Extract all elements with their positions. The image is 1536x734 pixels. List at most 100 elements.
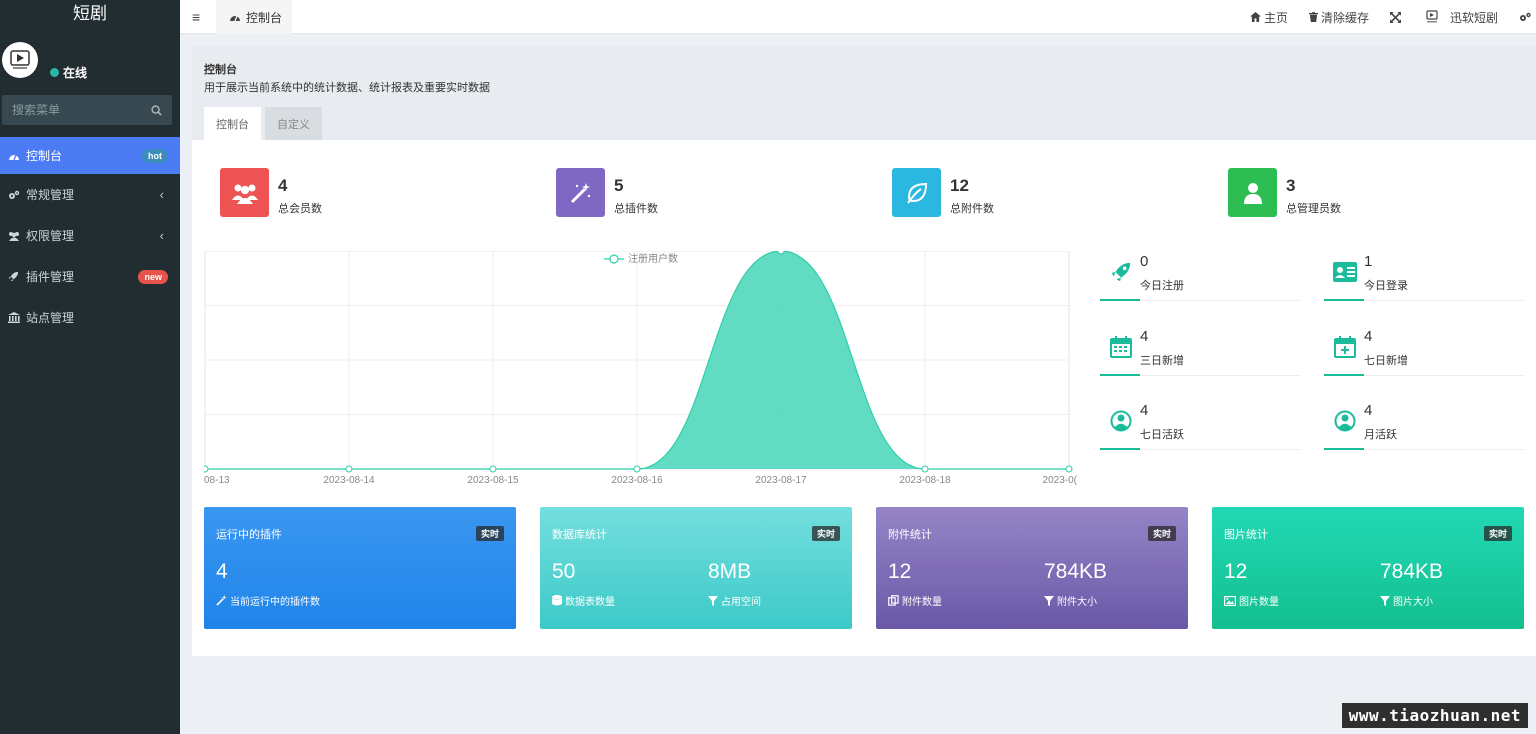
sidebar-item-label: 站点管理 — [26, 311, 75, 325]
card-sub-label: 图片大小 — [1393, 597, 1433, 608]
cogs-icon — [8, 190, 22, 200]
stat-label: 总附件数 — [950, 203, 994, 215]
realtime-badge: 实时 — [475, 526, 504, 541]
search-input[interactable] — [12, 103, 142, 117]
card-title: 运行中的插件 — [216, 529, 282, 541]
registration-chart: 08-13 2023-08-14 2023-08-15 2023-08-16 2023-… — [204, 251, 1078, 486]
stat-icon-box — [892, 168, 941, 217]
chart-x-tick-label: 2023-08-14 — [323, 475, 375, 486]
card-sub-label: 附件数量 — [902, 597, 942, 608]
files-icon — [888, 595, 899, 606]
user-circle-icon — [1108, 408, 1134, 434]
clear-cache-label: 清除缓存 — [1320, 10, 1369, 25]
tab-dashboard[interactable]: 控制台 — [216, 0, 292, 34]
card-title: 数据库统计 — [552, 529, 607, 541]
top-right-menu: 主页 清除缓存 迅软短剧 — [1249, 0, 1536, 34]
dashboard-icon — [230, 15, 240, 22]
sidebar-menu: 控制台 hot 常规管理 ‹ 权限管理 ‹ 插件管理 new 站点管理 — [0, 137, 180, 338]
card-images: 图片统计 实时 12 图片数量 784KB 图片大小 — [1212, 507, 1524, 629]
user-name: 迅软短剧 — [1449, 10, 1498, 25]
chart-data-point — [489, 465, 497, 473]
fullscreen-icon — [1389, 11, 1401, 23]
sidebar-item-site[interactable]: 站点管理 — [0, 297, 180, 338]
chart-x-tick-label: 2023-08-15 — [467, 475, 519, 486]
card-sub-label: 图片数量 — [1239, 597, 1279, 608]
card-value: 784KB — [1044, 560, 1108, 583]
online-status: 在线 — [50, 64, 87, 81]
calendar-plus-icon — [1332, 334, 1358, 360]
stat-members: 4 总会员数 — [220, 168, 322, 217]
sidebar-item-general[interactable]: 常规管理 ‹ — [0, 174, 180, 215]
fullscreen-button[interactable] — [1389, 11, 1404, 23]
online-dot-icon — [50, 68, 59, 77]
stat-label: 总插件数 — [614, 203, 658, 215]
mini-stat-label: 七日活跃 — [1140, 429, 1184, 441]
mini-stat-seven-day-active: 4 七日活跃 — [1100, 400, 1300, 472]
brand-title[interactable]: 短剧 — [0, 0, 180, 30]
mini-stat-value: 4 — [1140, 402, 1149, 419]
page-description: 用于展示当前系统中的统计数据、统计报表及重要实时数据 — [204, 82, 490, 94]
card-title: 附件统计 — [888, 529, 932, 541]
realtime-badge: 实时 — [1483, 526, 1512, 541]
chart-data-point — [633, 465, 641, 473]
page-title: 控制台 — [204, 64, 237, 76]
user-circle-icon — [1332, 408, 1358, 434]
tab-custom[interactable]: 自定义 — [265, 107, 322, 140]
card-sub: 图片大小 — [1380, 593, 1433, 608]
clear-cache-button[interactable]: 清除缓存 — [1308, 9, 1369, 26]
card-value: 50 — [552, 560, 576, 583]
sidebar-item-addons[interactable]: 插件管理 new — [0, 256, 180, 297]
watermark: www.tiaozhuan.net — [1341, 703, 1528, 728]
card-sub-label: 数据表数量 — [565, 597, 615, 608]
avatar[interactable] — [2, 42, 38, 78]
chart-x-tick-label: 2023-08-18 — [899, 475, 951, 486]
chart-x-tick-label: 2023-08-16 — [611, 475, 663, 486]
mini-stat-label: 月活跃 — [1364, 429, 1397, 441]
sidebar-item-permission[interactable]: 权限管理 ‹ — [0, 215, 180, 256]
settings-button[interactable] — [1519, 12, 1534, 23]
stat-value: 5 — [614, 176, 624, 195]
card-value: 784KB — [1380, 560, 1444, 583]
rocket-icon — [8, 271, 22, 282]
mini-stat-value: 1 — [1364, 253, 1373, 270]
card-sub: 图片数量 — [1224, 593, 1279, 608]
stat-label: 总会员数 — [278, 203, 322, 215]
sidebar-item-label: 常规管理 — [26, 188, 75, 202]
tab-label: 控制台 — [246, 10, 283, 25]
mini-stat-today-login: 1 今日登录 — [1324, 251, 1524, 323]
filter-icon — [1044, 595, 1054, 606]
home-link[interactable]: 主页 — [1249, 9, 1288, 26]
stat-value: 3 — [1286, 176, 1296, 195]
sidebar-item-dashboard[interactable]: 控制台 hot — [0, 137, 180, 174]
leaf-icon — [906, 182, 927, 204]
realtime-badge: 实时 — [1147, 526, 1176, 541]
home-icon — [1249, 12, 1261, 22]
user-icon — [1243, 182, 1262, 204]
mini-stat-label: 三日新增 — [1140, 355, 1184, 367]
user-menu[interactable]: 迅软短剧 — [1425, 9, 1498, 26]
chart-data-point — [1065, 465, 1073, 473]
stat-icon-box — [220, 168, 269, 217]
card-title: 图片统计 — [1224, 529, 1268, 541]
main-content: 控制台 用于展示当前系统中的统计数据、统计报表及重要实时数据 控制台 自定义 4… — [192, 46, 1536, 656]
card-attachments: 附件统计 实时 12 附件数量 784KB 附件大小 — [876, 507, 1188, 629]
chevron-left-icon: ‹ — [159, 228, 164, 243]
group-icon — [8, 231, 22, 241]
card-sub: 数据表数量 — [552, 593, 615, 608]
tab-dashboard-content[interactable]: 控制台 — [204, 107, 261, 140]
magic-icon — [216, 595, 227, 606]
card-sub: 附件数量 — [888, 593, 942, 608]
search-icon[interactable] — [151, 104, 162, 116]
chart-legend-marker — [609, 254, 619, 264]
menu-toggle-icon[interactable]: ≡ — [192, 9, 200, 25]
dashboard-panel: 4 总会员数 5 总插件数 12 总附件数 3 总管理员数 08-13 2023… — [192, 140, 1536, 656]
stat-icon-box — [1228, 168, 1277, 217]
chart-x-tick-label: 08-13 — [204, 475, 230, 486]
trash-icon — [1308, 12, 1318, 22]
mini-stat-seven-day-new: 4 七日新增 — [1324, 326, 1524, 398]
mini-stat-value: 4 — [1364, 328, 1373, 345]
mini-stat-label: 七日新增 — [1364, 355, 1408, 367]
chart-data-point — [777, 251, 785, 255]
database-icon — [552, 595, 562, 606]
mini-stat-label: 今日注册 — [1140, 280, 1184, 292]
